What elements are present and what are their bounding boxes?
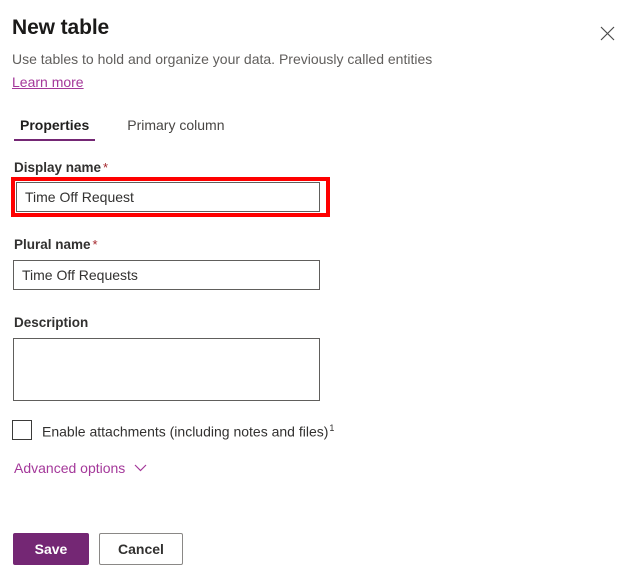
footnote-marker: 1 [329,423,334,433]
cancel-button[interactable]: Cancel [99,533,183,565]
page-title: New table [12,14,572,42]
display-name-label: Display name* [14,159,108,177]
plural-name-input[interactable] [13,260,320,290]
required-asterisk: * [103,160,108,175]
enable-attachments-checkbox[interactable]: Enable attachments (including notes and … [12,418,334,442]
description-label: Description [14,314,88,332]
enable-attachments-label: Enable attachments (including notes and … [42,418,334,442]
panel-subtitle: Use tables to hold and organize your dat… [12,49,572,69]
tab-properties[interactable]: Properties [14,115,95,141]
new-table-panel: New table Use tables to hold and organiz… [0,0,636,588]
learn-more-link[interactable]: Learn more [12,72,84,92]
advanced-options-label: Advanced options [14,458,125,478]
close-button[interactable] [592,18,622,48]
advanced-options-toggle[interactable]: Advanced options [14,458,147,478]
save-button[interactable]: Save [13,533,89,565]
tab-list: Properties Primary column [14,115,231,141]
panel-header: New table Use tables to hold and organiz… [12,14,572,92]
close-icon [600,26,615,41]
required-asterisk: * [93,237,98,252]
tab-primary-column[interactable]: Primary column [121,115,230,141]
checkbox-box-icon [12,420,32,440]
display-name-input[interactable] [16,182,320,212]
description-textarea[interactable] [13,338,320,401]
chevron-down-icon [134,464,147,472]
plural-name-label: Plural name* [14,236,98,254]
